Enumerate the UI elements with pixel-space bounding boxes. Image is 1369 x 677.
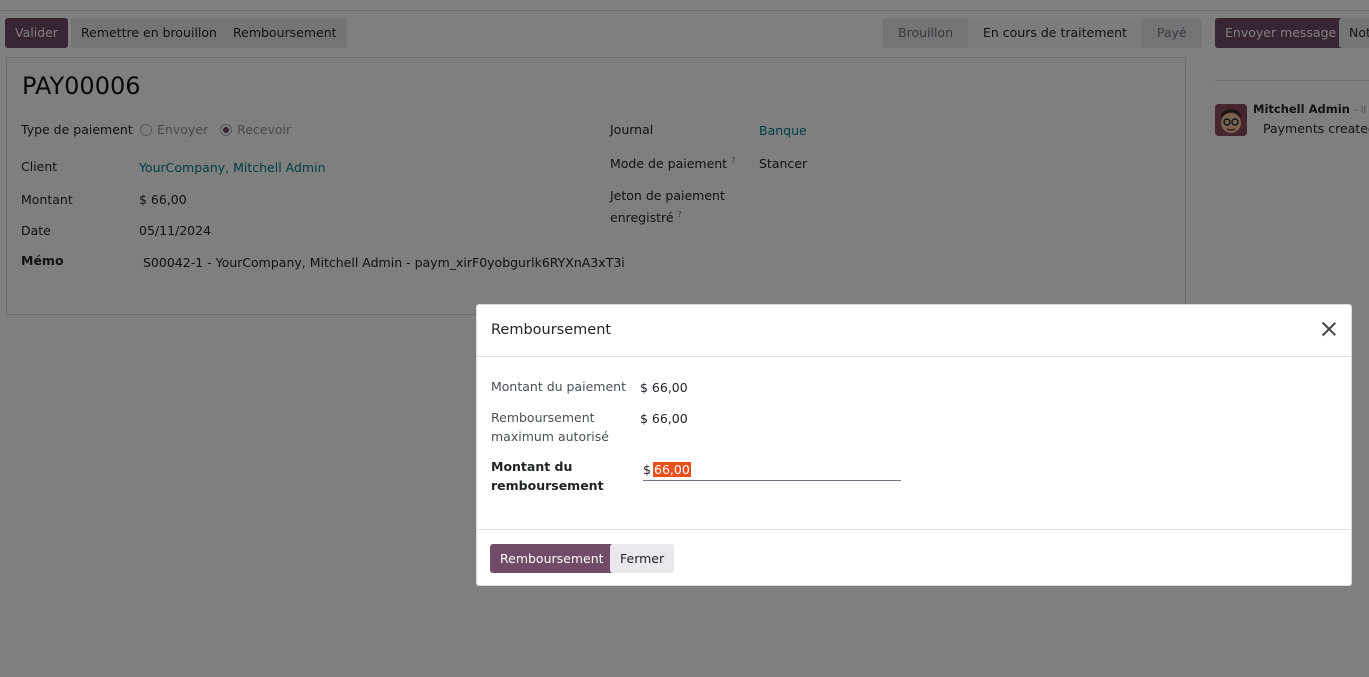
refund-amount-field[interactable]: $ 66,00 bbox=[643, 460, 901, 481]
max-refund-label: Remboursement maximum autorisé bbox=[491, 408, 609, 446]
refund-amount-label-line2: remboursement bbox=[491, 478, 604, 493]
max-refund-value: $ 66,00 bbox=[640, 411, 688, 426]
confirm-refund-button[interactable]: Remboursement bbox=[490, 544, 614, 573]
refund-dialog: Remboursement Montant du paiement $ 66,0… bbox=[476, 304, 1352, 586]
close-button[interactable]: Fermer bbox=[610, 544, 675, 573]
refund-amount-label-line1: Montant du bbox=[491, 459, 573, 474]
refund-amount-label: Montant du remboursement bbox=[491, 457, 604, 495]
max-refund-label-line1: Remboursement bbox=[491, 410, 595, 425]
payment-amount-label: Montant du paiement bbox=[491, 379, 626, 394]
dialog-footer: Remboursement Fermer bbox=[477, 529, 1351, 587]
payment-amount-value: $ 66,00 bbox=[640, 380, 688, 395]
currency-symbol: $ bbox=[643, 462, 651, 477]
refund-amount-input[interactable]: 66,00 bbox=[653, 462, 691, 477]
max-refund-label-line2: maximum autorisé bbox=[491, 429, 609, 444]
dialog-title: Remboursement bbox=[491, 322, 612, 338]
dialog-header: Remboursement bbox=[477, 305, 1351, 357]
close-icon[interactable] bbox=[1320, 320, 1338, 338]
